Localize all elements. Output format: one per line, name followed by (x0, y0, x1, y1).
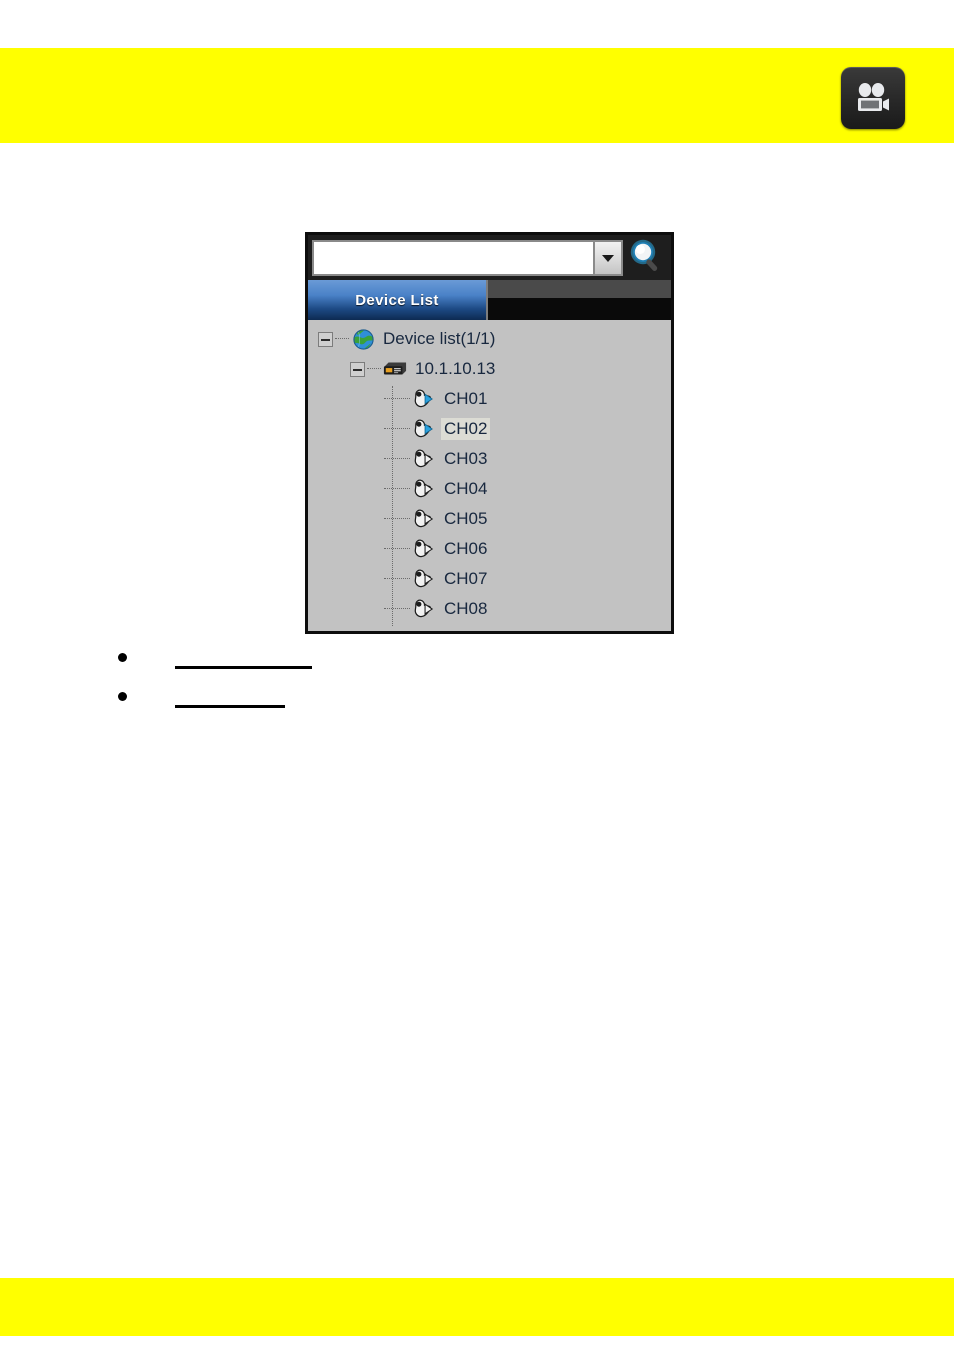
search-input[interactable] (312, 240, 593, 276)
camera-idle-icon (412, 598, 436, 620)
camera-idle-icon (412, 448, 436, 470)
tree-connector (384, 488, 410, 490)
tree-connector (367, 368, 381, 370)
video-camera-icon (854, 82, 892, 114)
tree-row-channel[interactable]: CH03 (308, 444, 671, 474)
tree-label-channel: CH01 (444, 389, 488, 408)
tree-label-channel: CH04 (444, 479, 488, 498)
bullet-underline (175, 705, 285, 708)
tree-connector (335, 338, 349, 340)
bullet-underline (175, 666, 312, 669)
list-item (118, 645, 518, 684)
tree-connector (384, 428, 410, 430)
tree-row-channel[interactable]: CH02 (308, 414, 671, 444)
tree-label-device-list-root: Device list(1/1) (383, 329, 496, 348)
tree-label-channel: CH05 (444, 509, 488, 528)
search-dropdown-button[interactable] (593, 240, 623, 276)
tree-row-channel[interactable]: CH08 (308, 594, 671, 624)
bottom-banner (0, 1278, 954, 1336)
tree-guide-rail (392, 386, 394, 626)
bullet-dot-icon (118, 653, 127, 662)
tree-connector (384, 608, 410, 610)
search-row (308, 235, 671, 280)
tree-row-channel[interactable]: CH06 (308, 534, 671, 564)
camera-idle-icon (412, 568, 436, 590)
dvr-device-icon (383, 358, 407, 380)
tree-label-channel: CH08 (444, 599, 488, 618)
tree-label-device-10-1-10-13: 10.1.10.13 (415, 359, 496, 378)
panel-tab-strip: Device List (308, 280, 671, 320)
tree-label-channel-selected: CH02 (441, 418, 491, 440)
bullet-dot-icon (118, 692, 127, 701)
tree-label-channel: CH03 (444, 449, 488, 468)
camera-playing-icon (412, 418, 436, 440)
tree-row-channel[interactable]: CH04 (308, 474, 671, 504)
top-banner (0, 48, 954, 143)
chevron-down-icon (602, 254, 614, 262)
list-item (118, 684, 518, 723)
tree-connector (384, 458, 410, 460)
tree-connector (384, 398, 410, 400)
tab-device-list[interactable]: Device List (308, 280, 488, 320)
tree-row-device-list-root[interactable]: Device list(1/1) (308, 324, 671, 354)
video-camera-icon-button[interactable] (841, 67, 905, 129)
tree-label-channel: CH06 (444, 539, 488, 558)
bullet-list (118, 645, 518, 723)
magnifier-icon (628, 239, 664, 278)
tree-row-channel[interactable]: CH05 (308, 504, 671, 534)
tab-device-list-label: Device List (355, 291, 439, 309)
camera-playing-icon (412, 388, 436, 410)
tree-connector (384, 548, 410, 550)
search-button[interactable] (625, 239, 667, 278)
tree-row-device-10-1-10-13[interactable]: 10.1.10.13 (308, 354, 671, 384)
globe-icon (351, 328, 375, 350)
tree-expander-root[interactable] (318, 331, 333, 347)
tree-connector (384, 518, 410, 520)
device-tree: Device list(1/1) 10.1.10.13 CH01 CH02 CH… (308, 320, 671, 629)
device-list-panel: Device List Device list(1/1) 10.1.10.13 … (305, 232, 674, 634)
tree-label-channel: CH07 (444, 569, 488, 588)
camera-idle-icon (412, 508, 436, 530)
tree-row-channel[interactable]: CH07 (308, 564, 671, 594)
tree-connector (384, 578, 410, 580)
camera-idle-icon (412, 478, 436, 500)
tree-row-channel[interactable]: CH01 (308, 384, 671, 414)
tree-expander-device[interactable] (350, 361, 365, 377)
camera-idle-icon (412, 538, 436, 560)
